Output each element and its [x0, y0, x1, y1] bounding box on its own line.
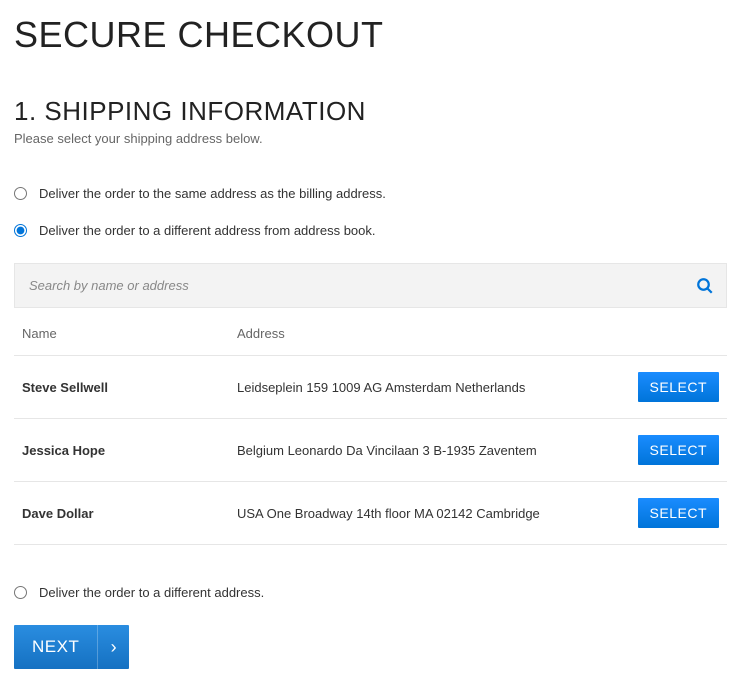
table-row: Dave Dollar USA One Broadway 14th floor …: [14, 482, 727, 545]
section-title: 1. SHIPPING INFORMATION: [14, 96, 727, 127]
select-button[interactable]: SELECT: [638, 498, 719, 528]
radio-same-as-billing[interactable]: [14, 187, 27, 200]
section-subtitle: Please select your shipping address belo…: [14, 131, 727, 146]
address-text: Leidseplein 159 1009 AG Amsterdam Nether…: [229, 356, 630, 419]
address-name: Steve Sellwell: [14, 356, 229, 419]
radio-label-same-as-billing[interactable]: Deliver the order to the same address as…: [39, 186, 386, 201]
chevron-right-icon: ›: [97, 625, 129, 669]
page-title: SECURE CHECKOUT: [14, 14, 727, 56]
search-icon[interactable]: [696, 277, 714, 295]
delivery-option-from-book[interactable]: Deliver the order to a different address…: [14, 223, 727, 238]
address-text: USA One Broadway 14th floor MA 02142 Cam…: [229, 482, 630, 545]
table-header-name: Name: [14, 308, 229, 356]
delivery-option-different-address[interactable]: Deliver the order to a different address…: [14, 585, 727, 600]
radio-label-from-book[interactable]: Deliver the order to a different address…: [39, 223, 376, 238]
select-button[interactable]: SELECT: [638, 372, 719, 402]
delivery-option-same-as-billing[interactable]: Deliver the order to the same address as…: [14, 186, 727, 201]
next-button-label: NEXT: [14, 625, 97, 669]
radio-different-address[interactable]: [14, 586, 27, 599]
table-header-address: Address: [229, 308, 630, 356]
radio-from-address-book[interactable]: [14, 224, 27, 237]
search-container: [14, 263, 727, 308]
address-name: Jessica Hope: [14, 419, 229, 482]
address-name: Dave Dollar: [14, 482, 229, 545]
search-input[interactable]: [15, 264, 726, 307]
address-text: Belgium Leonardo Da Vincilaan 3 B-1935 Z…: [229, 419, 630, 482]
table-row: Jessica Hope Belgium Leonardo Da Vincila…: [14, 419, 727, 482]
next-button[interactable]: NEXT ›: [14, 625, 129, 669]
select-button[interactable]: SELECT: [638, 435, 719, 465]
address-table: Name Address Steve Sellwell Leidseplein …: [14, 308, 727, 545]
table-header-action: [630, 308, 727, 356]
table-row: Steve Sellwell Leidseplein 159 1009 AG A…: [14, 356, 727, 419]
radio-label-different-address[interactable]: Deliver the order to a different address…: [39, 585, 264, 600]
